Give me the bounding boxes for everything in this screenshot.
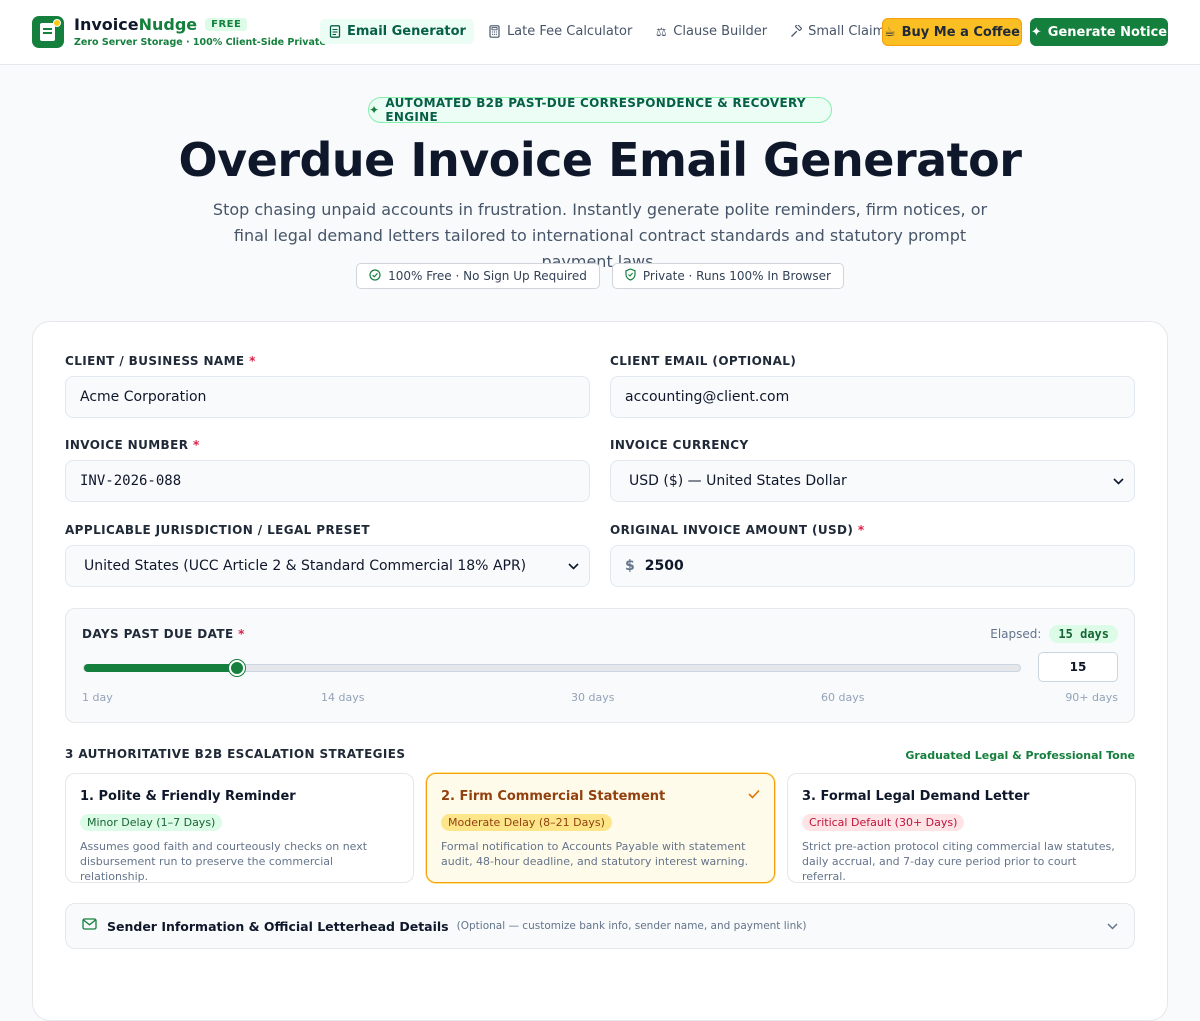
elapsed-indicator: Elapsed: 15 days [990, 625, 1118, 643]
client-name-input[interactable]: Acme Corporation [65, 376, 590, 418]
chevron-down-icon [568, 559, 579, 573]
strategy-title: 3. Formal Legal Demand Letter [802, 789, 1030, 804]
days-label: DAYS PAST DUE DATE * [82, 627, 245, 641]
check-circle-icon [369, 268, 381, 284]
elapsed-badge: 15 days [1049, 625, 1118, 643]
strategy-card-polite[interactable]: 1. Polite & Friendly Reminder Minor Dela… [65, 773, 414, 883]
buy-me-a-coffee-button[interactable]: ☕ Buy Me a Coffee [882, 18, 1022, 46]
generate-label: Generate Notice [1047, 24, 1168, 40]
mail-icon [82, 918, 97, 934]
strategy-badge: Minor Delay (1–7 Days) [80, 814, 223, 831]
client-name-label: CLIENT / BUSINESS NAME * [65, 354, 256, 368]
coffee-label: Buy Me a Coffee [901, 24, 1021, 40]
nav-email-generator[interactable]: Email Generator [320, 19, 474, 44]
accordion-title: Sender Information & Official Letterhead… [107, 918, 449, 934]
hero-pill-text: AUTOMATED B2B PAST-DUE CORRESPONDENCE & … [385, 96, 806, 124]
nav-label: Late Fee Calculator [506, 24, 633, 39]
strategy-card-firm[interactable]: 2. Firm Commercial Statement Moderate De… [426, 773, 775, 883]
chevron-down-icon [1113, 474, 1124, 488]
strategy-title: 2. Firm Commercial Statement [441, 789, 666, 804]
jurisdiction-value: United States (UCC Article 2 & Standard … [84, 558, 527, 574]
sparkles-icon: ✦ [1030, 24, 1042, 40]
amount-label: ORIGINAL INVOICE AMOUNT (USD) * [610, 523, 865, 537]
strategy-description: Strict pre-action protocol citing commer… [802, 840, 1115, 883]
strategy-badge: Moderate Delay (8–21 Days) [441, 814, 612, 831]
check-icon [748, 788, 760, 803]
chip-label: 100% Free · No Sign Up Required [388, 269, 587, 283]
currency-label: INVOICE CURRENCY [610, 438, 749, 452]
nav-label: Clause Builder [673, 24, 768, 39]
slider-tick-label: 90+ days [1065, 691, 1118, 704]
nav-late-fee-calculator[interactable]: Late Fee Calculator [480, 19, 640, 44]
calculator-icon [488, 25, 502, 39]
chip-private: Private · Runs 100% In Browser [611, 263, 844, 289]
amount-input[interactable]: $ 2500 [610, 545, 1135, 587]
brand-tagline: Zero Server Storage · 100% Client-Side P… [74, 37, 326, 48]
client-email-label: CLIENT EMAIL (OPTIONAL) [610, 354, 797, 368]
slider-tick-label: 30 days [571, 691, 615, 704]
client-email-input[interactable]: accounting@client.com [610, 376, 1135, 418]
invoice-number-label: INVOICE NUMBER * [65, 438, 200, 452]
elapsed-label: Elapsed: [990, 627, 1042, 641]
brand-name: Invoice [74, 14, 139, 34]
nav-label: Small Claims [808, 24, 893, 39]
nav-clause-builder[interactable]: ⚖ Clause Builder [646, 19, 775, 44]
coffee-cup-icon: ☕ [883, 24, 896, 40]
chip-label: Private · Runs 100% In Browser [642, 269, 831, 283]
days-slider[interactable] [83, 660, 1021, 676]
scale-icon: ⚖ [655, 24, 667, 39]
strategies-tone-note: Graduated Legal & Professional Tone [905, 749, 1135, 762]
jurisdiction-select[interactable]: United States (UCC Article 2 & Standard … [65, 545, 590, 587]
invoice-number-input[interactable]: INV-2026-088 [65, 460, 590, 502]
strategy-title: 1. Polite & Friendly Reminder [80, 789, 296, 804]
strategies-heading: 3 AUTHORITATIVE B2B ESCALATION STRATEGIE… [65, 747, 406, 761]
currency-select[interactable]: USD ($) — United States Dollar [610, 460, 1135, 502]
generator-form-card: CLIENT / BUSINESS NAME * Acme Corporatio… [32, 321, 1168, 1021]
brand[interactable]: Invoice Nudge FREE Zero Server Storage · … [32, 15, 326, 48]
strategy-card-legal[interactable]: 3. Formal Legal Demand Letter Critical D… [787, 773, 1136, 883]
gavel-icon [789, 25, 803, 39]
hero-pill: ✦ AUTOMATED B2B PAST-DUE CORRESPONDENCE … [368, 96, 832, 124]
slider-tick-label: 1 day [82, 691, 113, 704]
days-past-due-panel: DAYS PAST DUE DATE * Elapsed: 15 days 15… [65, 608, 1135, 723]
document-icon [328, 25, 342, 39]
brand-name-accent: Nudge [138, 14, 198, 34]
brand-text: Invoice Nudge FREE Zero Server Storage · … [74, 14, 326, 49]
slider-fill [84, 664, 237, 672]
shield-check-icon [625, 268, 636, 284]
generate-notice-button[interactable]: ✦ Generate Notice [1030, 18, 1168, 46]
strategy-description: Assumes good faith and courteously check… [80, 840, 368, 883]
slider-tick-label: 14 days [321, 691, 365, 704]
free-badge: FREE [205, 17, 248, 31]
slider-tick-label: 60 days [821, 691, 865, 704]
chevron-down-icon [1107, 919, 1118, 933]
page-title: Overdue Invoice Email Generator [178, 133, 1022, 187]
trust-chips: 100% Free · No Sign Up Required Private … [0, 263, 1200, 289]
days-number-input[interactable]: 15 [1038, 652, 1118, 682]
jurisdiction-label: APPLICABLE JURISDICTION / LEGAL PRESET [65, 523, 370, 537]
sparkles-icon: ✦ [369, 103, 380, 117]
amount-value: 2500 [644, 558, 684, 574]
dollar-sign: $ [625, 558, 635, 574]
strategy-description: Formal notification to Accounts Payable … [441, 840, 749, 868]
slider-thumb[interactable] [229, 660, 245, 676]
strategy-badge: Critical Default (30+ Days) [802, 814, 965, 831]
main-nav: Email Generator Late Fee Calculator ⚖ Cl… [320, 19, 900, 44]
sender-details-accordion[interactable]: Sender Information & Official Letterhead… [65, 903, 1135, 949]
currency-value: USD ($) — United States Dollar [629, 473, 847, 489]
accordion-note: (Optional — customize bank info, sender … [456, 920, 807, 932]
invoice-logo-icon [32, 15, 64, 48]
nav-label: Email Generator [347, 24, 466, 39]
top-header: Invoice Nudge FREE Zero Server Storage · … [0, 0, 1200, 65]
chip-free: 100% Free · No Sign Up Required [356, 263, 600, 289]
